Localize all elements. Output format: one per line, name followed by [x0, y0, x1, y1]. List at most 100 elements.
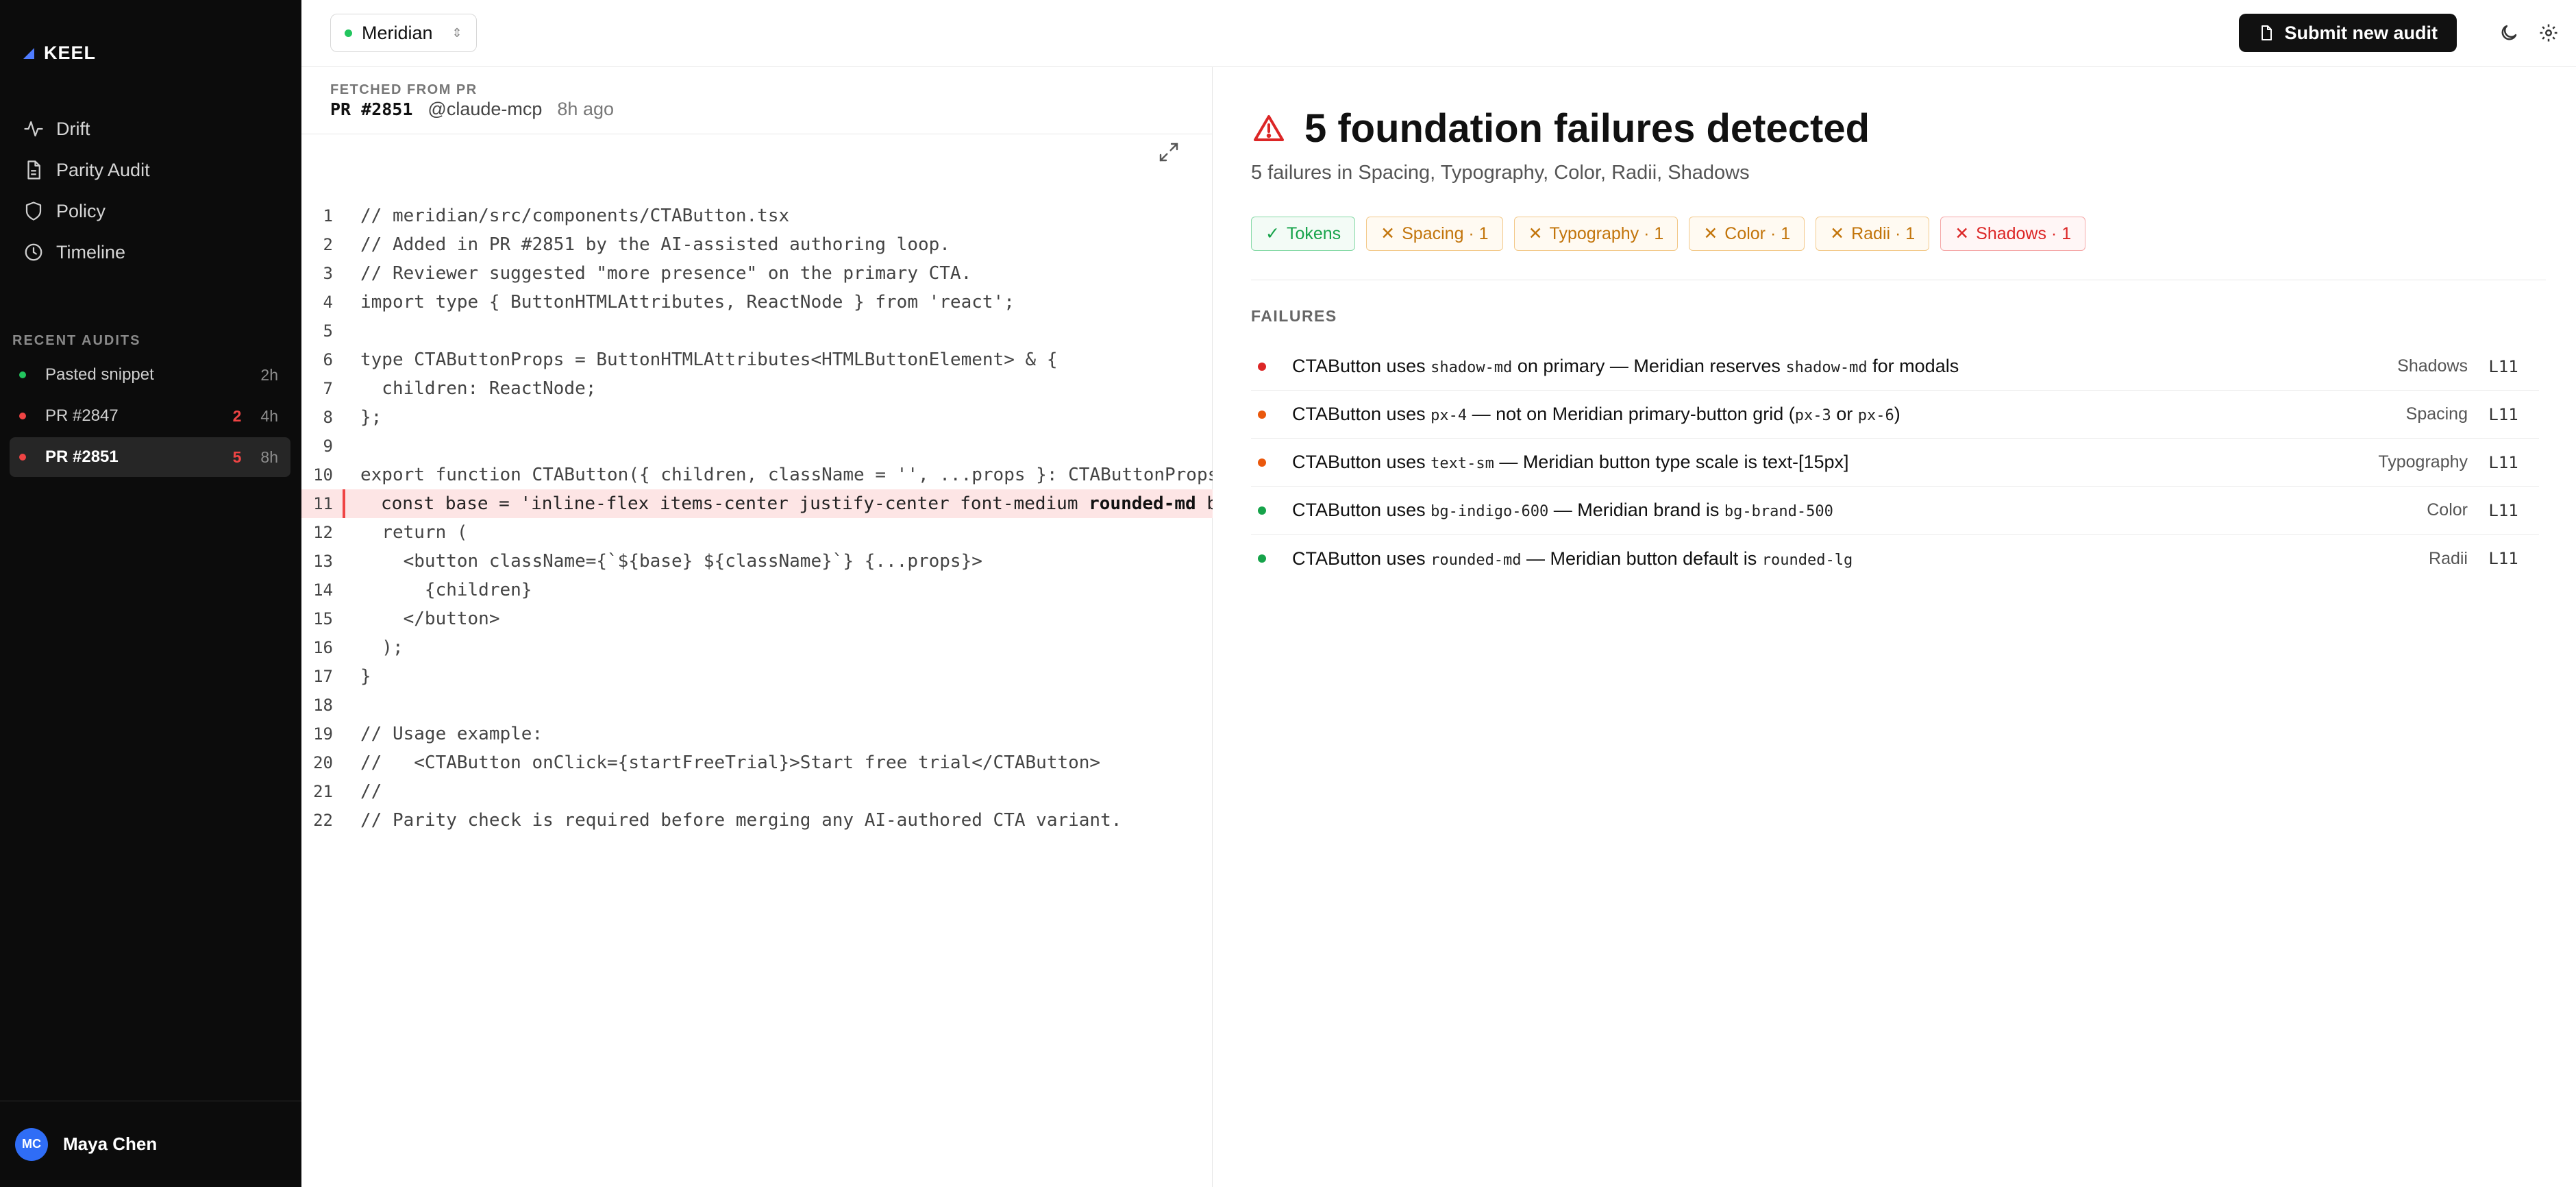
- recent-audit-item[interactable]: PR #2847 2 4h: [10, 396, 290, 436]
- user-profile[interactable]: MC Maya Chen: [0, 1101, 301, 1187]
- line-number: 10: [313, 465, 333, 485]
- line-number: 21: [313, 782, 333, 801]
- recent-audit-label: PR #2847: [45, 406, 119, 425]
- clock-icon: [25, 243, 42, 261]
- code-line: 10 export function CTAButton({ children, …: [301, 461, 1213, 489]
- file-plus-icon: [2262, 25, 2272, 40]
- project-name: Meridian: [362, 22, 433, 43]
- x-icon: ✕: [1703, 224, 1718, 243]
- status-dot: [19, 371, 26, 378]
- failure-line-link[interactable]: L11: [2468, 405, 2539, 424]
- failure-row[interactable]: CTAButton uses rounded-md — Meridian but…: [1251, 535, 2539, 583]
- chip-color[interactable]: ✕ Color · 1: [1689, 217, 1805, 251]
- pr-meta: PR #2851 @claude-mcp 8h ago: [330, 99, 614, 120]
- code-line: 20 // <CTAButton onClick={startFreeTrial}…: [301, 748, 1213, 777]
- code-text: <button className={`${base} ${className}…: [360, 551, 982, 572]
- project-selector[interactable]: Meridian ⇕: [330, 14, 477, 52]
- warning-icon: [1254, 114, 1284, 141]
- code-line: 4 import type { ButtonHTMLAttributes, Rea…: [301, 288, 1213, 317]
- code-text: type CTAButtonProps = ButtonHTMLAttribut…: [360, 350, 1058, 370]
- line-number: 12: [313, 523, 333, 542]
- code-line: 2 // Added in PR #2851 by the AI-assisted…: [301, 230, 1213, 259]
- line-number: 8: [323, 408, 333, 427]
- x-icon: ✕: [1830, 224, 1845, 243]
- sidebar-item-parity-audit[interactable]: Parity Audit: [21, 149, 288, 191]
- failure-line-link[interactable]: L11: [2468, 501, 2539, 520]
- code-line: 1 // meridian/src/components/CTAButton.ts…: [301, 201, 1213, 230]
- line-number: 11: [313, 494, 333, 513]
- line-number: 18: [313, 696, 333, 715]
- code-text: // Added in PR #2851 by the AI-assisted …: [360, 234, 950, 255]
- failure-row[interactable]: CTAButton uses shadow-md on primary — Me…: [1251, 343, 2539, 391]
- severity-dot: [1258, 362, 1266, 371]
- recent-audit-item-active[interactable]: PR #2851 5 8h: [10, 437, 290, 477]
- keel-logo-icon: [23, 47, 34, 59]
- failure-line-link[interactable]: L11: [2468, 549, 2539, 568]
- theme-toggle[interactable]: [2497, 21, 2521, 45]
- sidebar: KEEL Drift Parity Audit Policy Timeline …: [0, 0, 301, 1187]
- code-text: // Reviewer suggested "more presence" on…: [360, 263, 972, 284]
- chip-typography[interactable]: ✕ Typography · 1: [1513, 217, 1679, 251]
- line-number: 22: [313, 811, 333, 830]
- recent-audits-list: Pasted snippet 2h PR #2847 2 4h PR #2851…: [10, 355, 290, 478]
- failure-row[interactable]: CTAButton uses bg-indigo-600 — Meridian …: [1251, 487, 2539, 535]
- code-text: // Parity check is required before mergi…: [360, 810, 1122, 831]
- failure-row[interactable]: CTAButton uses px-4 — not on Meridian pr…: [1251, 391, 2539, 439]
- chip-shadows[interactable]: ✕ Shadows · 1: [1940, 217, 2086, 251]
- severity-dot: [1258, 554, 1266, 563]
- recent-audit-label: PR #2851: [45, 448, 119, 466]
- chevron-up-down-icon: ⇕: [451, 26, 462, 40]
- failure-line-link[interactable]: L11: [2468, 357, 2539, 376]
- chip-label: Spacing · 1: [1402, 223, 1489, 243]
- code-line: 22 // Parity check is required before mer…: [301, 806, 1213, 835]
- recent-audit-item[interactable]: Pasted snippet 2h: [10, 355, 290, 395]
- code-viewer[interactable]: 1 // meridian/src/components/CTAButton.ts…: [301, 201, 1213, 835]
- failure-count-badge: 2: [232, 406, 242, 425]
- failure-count-badge: 5: [232, 448, 242, 466]
- chip-tokens[interactable]: ✓ Tokens: [1251, 217, 1356, 251]
- failure-message: CTAButton uses rounded-md — Meridian but…: [1292, 548, 1853, 569]
- recent-audit-label: Pasted snippet: [45, 365, 154, 384]
- failure-category: Color: [2427, 500, 2468, 519]
- line-number: 1: [323, 206, 333, 225]
- brand[interactable]: KEEL: [23, 42, 96, 64]
- status-dot: [19, 454, 26, 461]
- chip-spacing[interactable]: ✕ Spacing · 1: [1366, 217, 1503, 251]
- expand-icon: [1159, 143, 1178, 162]
- code-line: 12 return (: [301, 518, 1213, 547]
- sidebar-nav: Drift Parity Audit Policy Timeline: [21, 108, 288, 273]
- expand-button[interactable]: [1158, 141, 1180, 163]
- sidebar-item-drift[interactable]: Drift: [21, 108, 288, 149]
- code-line: 21 //: [301, 777, 1213, 806]
- submit-new-audit-button[interactable]: Submit new audit: [2239, 14, 2457, 52]
- code-line: 19 // Usage example:: [301, 720, 1213, 748]
- line-number: 13: [313, 552, 333, 571]
- recent-audit-time: 2h: [260, 365, 278, 384]
- failure-line-link[interactable]: L11: [2468, 453, 2539, 472]
- sidebar-item-policy[interactable]: Policy: [21, 191, 288, 232]
- settings-button[interactable]: [2536, 21, 2561, 45]
- activity-icon: [24, 121, 43, 137]
- failure-category: Typography: [2378, 452, 2468, 472]
- code-text: const base = 'inline-flex items-center j…: [381, 493, 1213, 514]
- code-text: export function CTAButton({ children, cl…: [360, 465, 1213, 485]
- failure-message: CTAButton uses bg-indigo-600 — Meridian …: [1292, 500, 1833, 520]
- shield-icon: [25, 201, 42, 221]
- severity-dot: [1258, 458, 1266, 467]
- sidebar-item-timeline[interactable]: Timeline: [21, 232, 288, 273]
- pr-number[interactable]: PR #2851: [330, 99, 412, 119]
- severity-dot: [1258, 410, 1266, 419]
- line-number: 2: [323, 235, 333, 254]
- chip-radii[interactable]: ✕ Radii · 1: [1816, 217, 1930, 251]
- x-icon: ✕: [1528, 224, 1543, 243]
- code-text: };: [360, 407, 382, 428]
- results-pane: 5 foundation failures detected 5 failure…: [1213, 67, 2576, 1187]
- results-subtitle: 5 failures in Spacing, Typography, Color…: [1251, 162, 1750, 184]
- x-icon: ✕: [1380, 224, 1396, 243]
- line-number: 19: [313, 724, 333, 744]
- sidebar-item-label: Drift: [56, 118, 90, 139]
- failure-row[interactable]: CTAButton uses text-sm — Meridian button…: [1251, 439, 2539, 487]
- code-line: 15 </button>: [301, 604, 1213, 633]
- chip-label: Typography · 1: [1549, 223, 1664, 243]
- code-pane: FETCHED FROM PR PR #2851 @claude-mcp 8h …: [301, 67, 1213, 1187]
